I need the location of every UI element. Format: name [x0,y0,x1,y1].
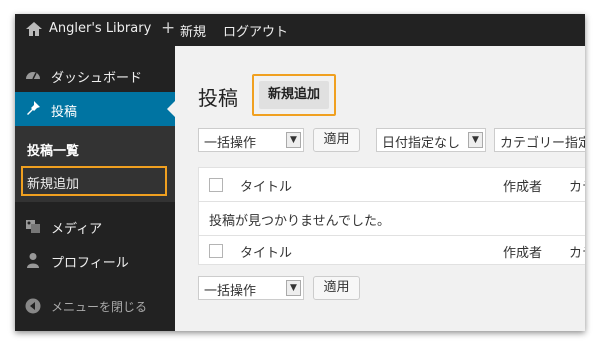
column-category-header: カテゴリー [569,180,585,195]
sidebar-item-posts[interactable]: 投稿 [15,92,175,126]
select-value: 日付指定なし [382,136,461,151]
new-content-link[interactable]: 新規 [180,21,206,40]
sidebar-item-label: 投稿 [51,105,78,120]
add-new-highlight: 新規追加 [252,74,336,116]
table-header-row: タイトル 作成者 カテゴリー [199,168,585,202]
collapse-menu-label: メニューを閉じる [51,300,148,314]
select-value: 一括操作 [204,284,257,299]
column-title-header[interactable]: タイトル [240,176,292,195]
column-author-header: 作成者 [503,180,543,195]
sidebar-item-profile[interactable]: プロフィール [15,244,175,276]
no-items-message: 投稿が見つかりませんでした。 [209,214,390,229]
main-content: 投稿 新規追加 一括操作 ▼ 適用 日付指定なし ▼ カテゴリー指定 タイトル … [175,46,585,331]
chevron-down-icon: ▼ [286,280,301,296]
sidebar-item-label: メディア [51,222,103,237]
page-title: 投稿 [198,86,238,110]
wp-admin-window: Angler's Library + 新規 ログアウト ダッシュボード 投稿 投… [15,14,585,331]
sidebar-item-dashboard[interactable]: ダッシュボード [15,59,175,91]
pin-icon [27,101,40,115]
home-icon[interactable] [26,22,42,36]
current-menu-arrow [167,101,175,117]
logout-link[interactable]: ログアウト [223,21,288,40]
sidebar-item-media[interactable]: メディア [15,210,175,242]
plus-icon[interactable]: + [161,20,175,37]
column-category-footer: カテゴリー [569,246,585,261]
apply-button-top[interactable]: 適用 [313,128,360,152]
chevron-down-icon: ▼ [468,132,483,148]
admin-bar: Angler's Library + 新規 ログアウト [15,14,585,46]
select-all-checkbox[interactable] [209,178,223,192]
user-icon [27,253,39,268]
select-value: 一括操作 [204,136,257,151]
select-value: カテゴリー指定 [500,136,585,151]
bulk-action-select-top[interactable]: 一括操作 ▼ [198,128,304,152]
submenu-item-all-posts[interactable]: 投稿一覧 [27,140,79,159]
dashboard-icon [26,72,40,80]
table-row: 投稿が見つかりませんでした。 [199,202,585,236]
collapse-menu-button[interactable]: メニューを閉じる [15,290,175,322]
submenu-item-add-new[interactable]: 新規追加 [21,166,167,196]
sidebar: ダッシュボード 投稿 投稿一覧 新規追加 メディア プロフィール メニューを閉じ… [15,46,175,331]
posts-table: タイトル 作成者 カテゴリー 投稿が見つかりませんでした。 タイトル 作成者 カ… [198,167,585,265]
site-title-link[interactable]: Angler's Library [49,21,151,36]
column-title-footer[interactable]: タイトル [240,242,292,261]
chevron-down-icon: ▼ [286,132,301,148]
select-all-checkbox-bottom[interactable] [209,244,223,258]
posts-submenu: 投稿一覧 新規追加 [15,126,175,202]
collapse-arrow-icon [25,298,41,314]
column-author-footer: 作成者 [503,246,543,261]
date-filter-select[interactable]: 日付指定なし ▼ [376,128,486,152]
sidebar-item-label: ダッシュボード [51,71,143,86]
sidebar-item-label: プロフィール [51,256,129,271]
bulk-action-select-bottom[interactable]: 一括操作 ▼ [198,276,304,300]
table-footer-row: タイトル 作成者 カテゴリー [199,236,585,266]
add-new-button[interactable]: 新規追加 [259,81,329,109]
category-filter-select[interactable]: カテゴリー指定 [494,128,585,152]
media-icon [26,220,40,233]
submenu-item-label: 新規追加 [27,177,80,192]
apply-button-bottom[interactable]: 適用 [313,276,360,300]
